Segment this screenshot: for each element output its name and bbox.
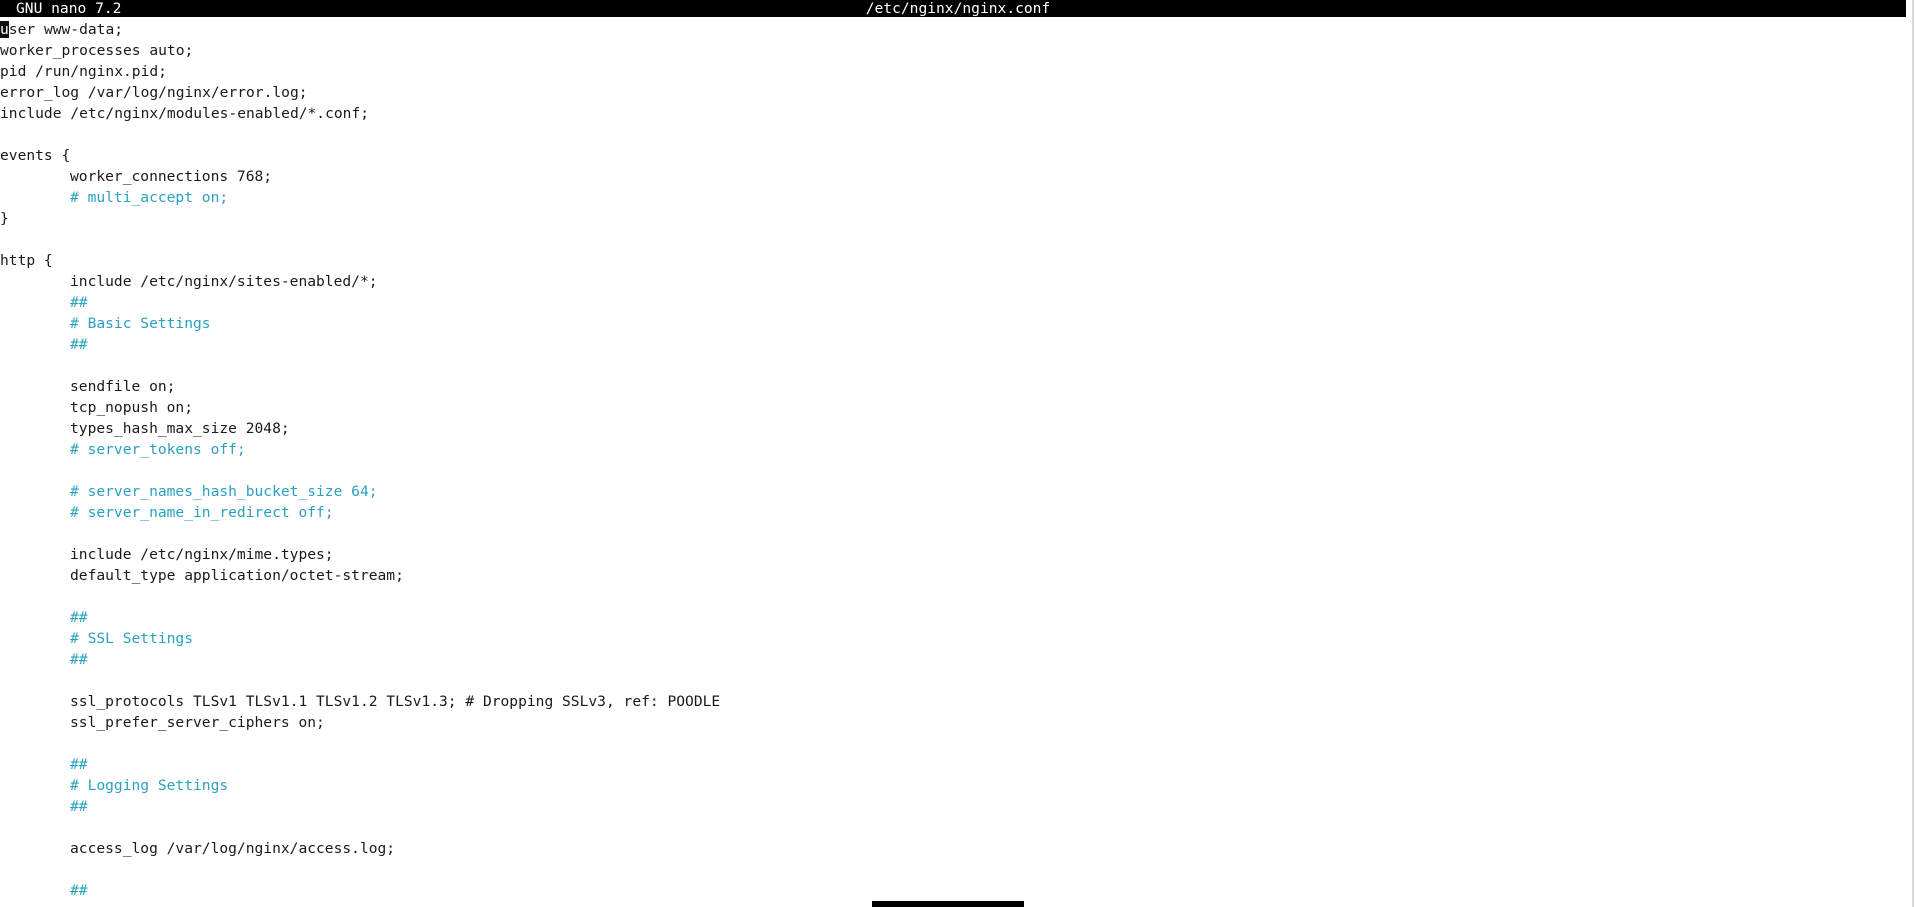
line-text: # multi_accept on; <box>70 189 229 206</box>
line-text: ## <box>70 336 88 353</box>
line-text: } <box>0 210 9 227</box>
editor-line[interactable]: ## <box>0 880 1906 901</box>
editor-line[interactable]: worker_connections 768; <box>0 166 1906 187</box>
line-text: ## <box>70 609 88 626</box>
editor-line[interactable]: include /etc/nginx/sites-enabled/*; <box>0 271 1906 292</box>
text-editor-area[interactable]: user www-data; worker_processes auto; pid… <box>0 19 1906 907</box>
line-text: access_log /var/log/nginx/access.log; <box>70 840 396 857</box>
editor-line[interactable]: types_hash_max_size 2048; <box>0 418 1906 439</box>
editor-line[interactable] <box>0 460 1906 481</box>
text-cursor: u <box>0 21 9 38</box>
editor-line[interactable]: # server_tokens off; <box>0 439 1906 460</box>
editor-line[interactable]: sendfile on; <box>0 376 1906 397</box>
editor-line[interactable]: default_type application/octet-stream; <box>0 565 1906 586</box>
line-text: default_type application/octet-stream; <box>70 567 404 584</box>
line-text: # server_tokens off; <box>70 441 246 458</box>
editor-line[interactable]: worker_processes auto; <box>0 40 1906 61</box>
scrollbar-thumb[interactable] <box>1912 0 1914 907</box>
title-bar: GNU nano 7.2 /etc/nginx/nginx.conf <box>0 0 1906 17</box>
editor-line[interactable]: ## <box>0 649 1906 670</box>
editor-line[interactable]: # server_names_hash_bucket_size 64; <box>0 481 1906 502</box>
editor-line[interactable]: tcp_nopush on; <box>0 397 1906 418</box>
editor-line[interactable]: # Logging Settings <box>0 775 1906 796</box>
editor-line[interactable]: ## <box>0 292 1906 313</box>
editor-line[interactable]: ## <box>0 796 1906 817</box>
line-text: ## <box>70 651 88 668</box>
editor-line[interactable]: events { <box>0 145 1906 166</box>
file-name: /etc/nginx/nginx.conf <box>865 0 1051 17</box>
editor-line[interactable] <box>0 586 1906 607</box>
line-text: # server_names_hash_bucket_size 64; <box>70 483 378 500</box>
line-text: # SSL Settings <box>70 630 194 647</box>
editor-line[interactable]: ## <box>0 607 1906 628</box>
line-text: # Basic Settings <box>70 315 211 332</box>
line-text: http { <box>0 252 53 269</box>
editor-line[interactable]: ssl_prefer_server_ciphers on; <box>0 712 1906 733</box>
editor-line[interactable] <box>0 733 1906 754</box>
line-text: ## <box>70 882 88 899</box>
editor-line[interactable] <box>0 355 1906 376</box>
editor-line[interactable] <box>0 670 1906 691</box>
editor-line[interactable]: ssl_protocols TLSv1 TLSv1.1 TLSv1.2 TLSv… <box>0 691 1906 712</box>
line-text: sendfile on; <box>70 378 176 395</box>
editor-line[interactable]: ## <box>0 334 1906 355</box>
line-text: ## <box>70 756 88 773</box>
line-text: events { <box>0 147 71 164</box>
editor-line[interactable]: # Basic Settings <box>0 313 1906 334</box>
line-text: tcp_nopush on; <box>70 399 194 416</box>
editor-line[interactable]: # multi_accept on; <box>0 187 1906 208</box>
status-bar <box>872 901 1024 907</box>
editor-line[interactable]: user www-data; <box>0 19 1906 40</box>
editor-line[interactable]: # server_name_in_redirect off; <box>0 502 1906 523</box>
line-text: types_hash_max_size 2048; <box>70 420 290 437</box>
editor-lines[interactable]: worker_processes auto; pid /run/nginx.pid… <box>0 40 1906 901</box>
editor-line[interactable] <box>0 523 1906 544</box>
editor-line[interactable] <box>0 817 1906 838</box>
line-text: # server_name_in_redirect off; <box>70 504 334 521</box>
line-text: include /etc/nginx/mime.types; <box>70 546 334 563</box>
editor-line[interactable]: pid /run/nginx.pid; <box>0 61 1906 82</box>
editor-line[interactable]: access_log /var/log/nginx/access.log; <box>0 838 1906 859</box>
line-text: ## <box>70 294 88 311</box>
editor-line[interactable]: include /etc/nginx/mime.types; <box>0 544 1906 565</box>
line-text: ssl_protocols TLSv1 TLSv1.1 TLSv1.2 TLSv… <box>70 693 721 710</box>
editor-line[interactable]: ## <box>0 754 1906 775</box>
line-text: ## <box>70 798 88 815</box>
line-text: # Logging Settings <box>70 777 229 794</box>
editor-line[interactable] <box>0 124 1906 145</box>
line-text: error_log /var/log/nginx/error.log; <box>0 84 308 101</box>
editor-line[interactable]: # SSL Settings <box>0 628 1906 649</box>
editor-line[interactable]: http { <box>0 250 1906 271</box>
scrollbar[interactable] <box>1906 0 1916 907</box>
line-text: worker_connections 768; <box>70 168 273 185</box>
editor-line[interactable] <box>0 229 1906 250</box>
line-text: ssl_prefer_server_ciphers on; <box>70 714 325 731</box>
line-text: worker_processes auto; <box>0 42 194 59</box>
line-text: include /etc/nginx/sites-enabled/*; <box>70 273 378 290</box>
editor-line[interactable]: } <box>0 208 1906 229</box>
editor-line[interactable]: include /etc/nginx/modules-enabled/*.con… <box>0 103 1906 124</box>
line-text: include /etc/nginx/modules-enabled/*.con… <box>0 105 370 122</box>
line-text: ser www-data; <box>8 21 124 38</box>
editor-line[interactable] <box>0 859 1906 880</box>
editor-line[interactable]: error_log /var/log/nginx/error.log; <box>0 82 1906 103</box>
line-text: pid /run/nginx.pid; <box>0 63 167 80</box>
